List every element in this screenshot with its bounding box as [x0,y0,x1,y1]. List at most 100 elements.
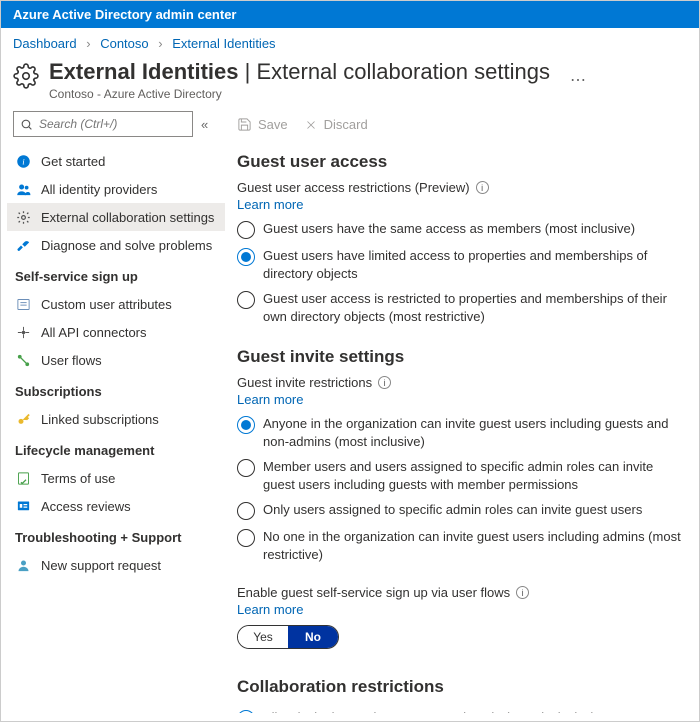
key-icon [15,411,31,427]
support-icon [15,557,31,573]
sidebar-item-label: All API connectors [41,325,147,340]
radio-option[interactable]: Allow invitations to be sent to any doma… [237,705,687,713]
search-input[interactable] [39,117,186,131]
form-icon [15,296,31,312]
section-heading-guest-access: Guest user access [237,152,687,172]
toggle-yes[interactable]: Yes [238,626,288,648]
radio-icon [237,502,255,520]
page-subtitle: Contoso - Azure Active Directory [49,87,550,101]
radio-option[interactable]: Guest users have limited access to prope… [237,243,687,286]
app-title: Azure Active Directory admin center [13,7,236,22]
learn-more-link[interactable]: Learn more [237,197,303,212]
sidebar-item[interactable]: All API connectors [7,318,225,346]
search-input-wrapper[interactable] [13,111,193,137]
info-icon[interactable]: i [516,586,529,599]
breadcrumb-item[interactable]: Contoso [100,36,148,51]
info-icon[interactable]: i [476,181,489,194]
radio-icon [237,459,255,477]
sidebar-item[interactable]: New support request [7,551,225,579]
sidebar-item-label: Diagnose and solve problems [41,238,212,253]
section-heading-guest-invite: Guest invite settings [237,347,687,367]
sidebar: « i Get started All identity providers Exte… [1,111,225,713]
toggle-no[interactable]: No [288,626,338,648]
radio-option[interactable]: Member users and users assigned to speci… [237,454,687,497]
breadcrumb-item[interactable]: External Identities [172,36,275,51]
sidebar-item-label: Terms of use [41,471,115,486]
field-label: Enable guest self-service sign up via us… [237,585,510,600]
radio-label: Guest users have the same access as memb… [263,220,635,238]
sidebar-section-heading: Self-service sign up [7,259,225,290]
sidebar-section-heading: Lifecycle management [7,433,225,464]
main-content: Save Discard Guest user access Guest use… [225,111,699,713]
page-title: External Identities | External collabora… [49,59,550,85]
save-button[interactable]: Save [237,117,288,132]
people-icon [15,181,31,197]
chevron-right-icon: › [158,36,162,51]
flow-icon [15,352,31,368]
wrench-icon [15,237,31,253]
sidebar-item-label: Linked subscriptions [41,412,159,427]
sidebar-item[interactable]: Diagnose and solve problems [7,231,225,259]
sidebar-item-label: User flows [41,353,102,368]
radio-group-collab: Allow invitations to be sent to any doma… [237,705,687,713]
page-header: External Identities | External collabora… [1,55,699,111]
radio-label: No one in the organization can invite gu… [263,528,687,563]
info-icon[interactable]: i [378,376,391,389]
toolbar: Save Discard [237,111,687,146]
radio-group-guest-invite: Anyone in the organization can invite gu… [237,411,687,567]
sidebar-item[interactable]: i Get started [7,147,225,175]
radio-icon [237,221,255,239]
field-label: Guest invite restrictions [237,375,372,390]
sidebar-item-label: Get started [41,154,105,169]
radio-option[interactable]: No one in the organization can invite gu… [237,524,687,567]
radio-group-guest-access: Guest users have the same access as memb… [237,216,687,329]
radio-label: Allow invitations to be sent to any doma… [263,709,595,713]
radio-icon [237,710,255,713]
review-icon [15,498,31,514]
radio-label: Guest users have limited access to prope… [263,247,687,282]
top-bar: Azure Active Directory admin center [1,1,699,28]
api-icon [15,324,31,340]
radio-option[interactable]: Guest users have the same access as memb… [237,216,687,243]
search-icon [20,118,33,131]
learn-more-link[interactable]: Learn more [237,392,303,407]
terms-icon [15,470,31,486]
sidebar-item[interactable]: User flows [7,346,225,374]
gear-icon [13,63,39,95]
breadcrumb-item[interactable]: Dashboard [13,36,77,51]
sidebar-item[interactable]: Terms of use [7,464,225,492]
field-label: Guest user access restrictions (Preview) [237,180,470,195]
collapse-icon[interactable]: « [201,117,208,132]
sidebar-item[interactable]: Linked subscriptions [7,405,225,433]
gear-icon [15,209,31,225]
sidebar-item-label: All identity providers [41,182,157,197]
radio-label: Only users assigned to specific admin ro… [263,501,642,519]
sidebar-item[interactable]: External collaboration settings [7,203,225,231]
radio-option[interactable]: Anyone in the organization can invite gu… [237,411,687,454]
sidebar-item[interactable]: Access reviews [7,492,225,520]
discard-button[interactable]: Discard [304,117,368,132]
info-icon: i [15,153,31,169]
section-heading-collab: Collaboration restrictions [237,677,687,697]
radio-icon [237,291,255,309]
radio-label: Member users and users assigned to speci… [263,458,687,493]
sidebar-item-label: New support request [41,558,161,573]
save-icon [237,117,252,132]
close-icon [304,118,318,132]
self-service-toggle[interactable]: Yes No [237,625,339,649]
breadcrumb: Dashboard › Contoso › External Identitie… [1,28,699,55]
sidebar-section-heading: Subscriptions [7,374,225,405]
radio-option[interactable]: Guest user access is restricted to prope… [237,286,687,329]
sidebar-item[interactable]: Custom user attributes [7,290,225,318]
chevron-right-icon: › [86,36,90,51]
more-icon[interactable]: ⋯ [570,70,586,90]
sidebar-item[interactable]: All identity providers [7,175,225,203]
learn-more-link[interactable]: Learn more [237,602,303,617]
sidebar-section-heading: Troubleshooting + Support [7,520,225,551]
radio-option[interactable]: Only users assigned to specific admin ro… [237,497,687,524]
radio-icon [237,416,255,434]
sidebar-item-label: Access reviews [41,499,131,514]
radio-icon [237,529,255,547]
sidebar-item-label: External collaboration settings [41,210,214,225]
sidebar-item-label: Custom user attributes [41,297,172,312]
